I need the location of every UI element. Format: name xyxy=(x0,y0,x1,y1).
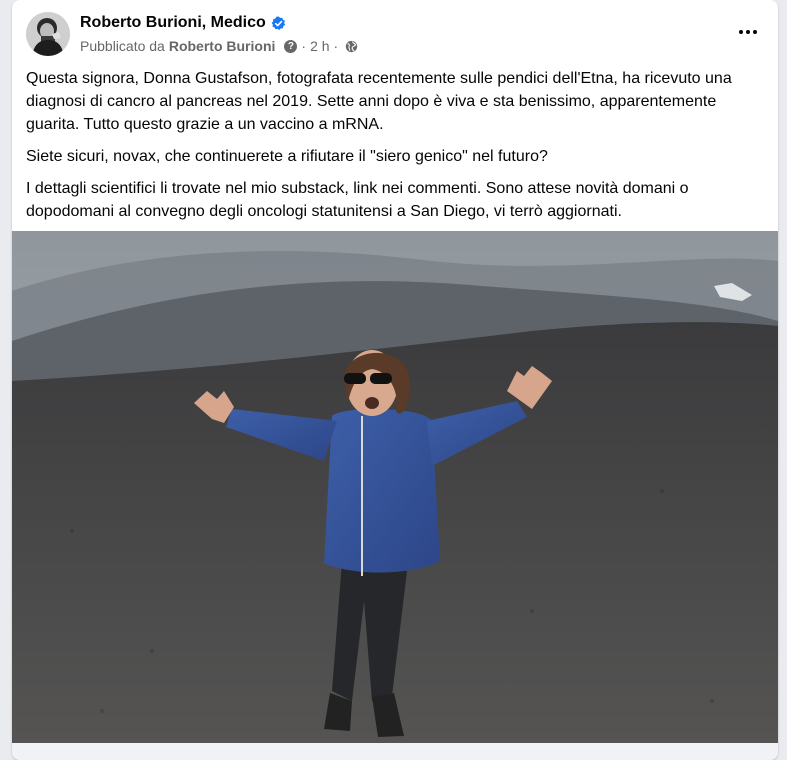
post-paragraph-1: Questa signora, Donna Gustafson, fotogra… xyxy=(26,70,732,133)
post-footer-edge xyxy=(12,743,778,760)
published-by-name[interactable]: Roberto Burioni xyxy=(169,38,276,54)
separator-dot: · xyxy=(301,38,307,54)
post-timestamp[interactable]: 2 h xyxy=(310,38,329,54)
post-meta: Pubblicato da Roberto Burioni ? · 2 h · xyxy=(80,37,358,55)
post-paragraph-2: Siete sicuri, novax, che continuerete a … xyxy=(26,148,548,165)
published-by-label: Pubblicato da xyxy=(80,38,165,54)
photo-image xyxy=(12,231,778,743)
more-options-icon xyxy=(739,30,743,34)
globe-icon[interactable] xyxy=(345,40,358,53)
author-avatar[interactable] xyxy=(26,12,70,56)
more-options-icon-dot xyxy=(746,30,750,34)
post-card: Roberto Burioni, Medico Pubblicato da Ro… xyxy=(12,0,778,760)
more-options-button[interactable] xyxy=(730,14,766,50)
verified-badge-icon xyxy=(271,15,285,30)
more-options-icon-dot xyxy=(753,30,757,34)
post-body: Questa signora, Donna Gustafson, fotogra… xyxy=(26,67,771,232)
post-header: Roberto Burioni, Medico Pubblicato da Ro… xyxy=(12,0,778,62)
post-photo[interactable] xyxy=(12,231,778,743)
post-paragraph-3: I dettagli scientifici li trovate nel mi… xyxy=(26,180,689,220)
separator-dot: · xyxy=(333,38,339,54)
avatar-image xyxy=(26,12,70,56)
question-mark-icon[interactable]: ? xyxy=(284,39,298,53)
author-line: Roberto Burioni, Medico xyxy=(80,13,286,33)
author-name[interactable]: Roberto Burioni, Medico xyxy=(80,14,266,32)
